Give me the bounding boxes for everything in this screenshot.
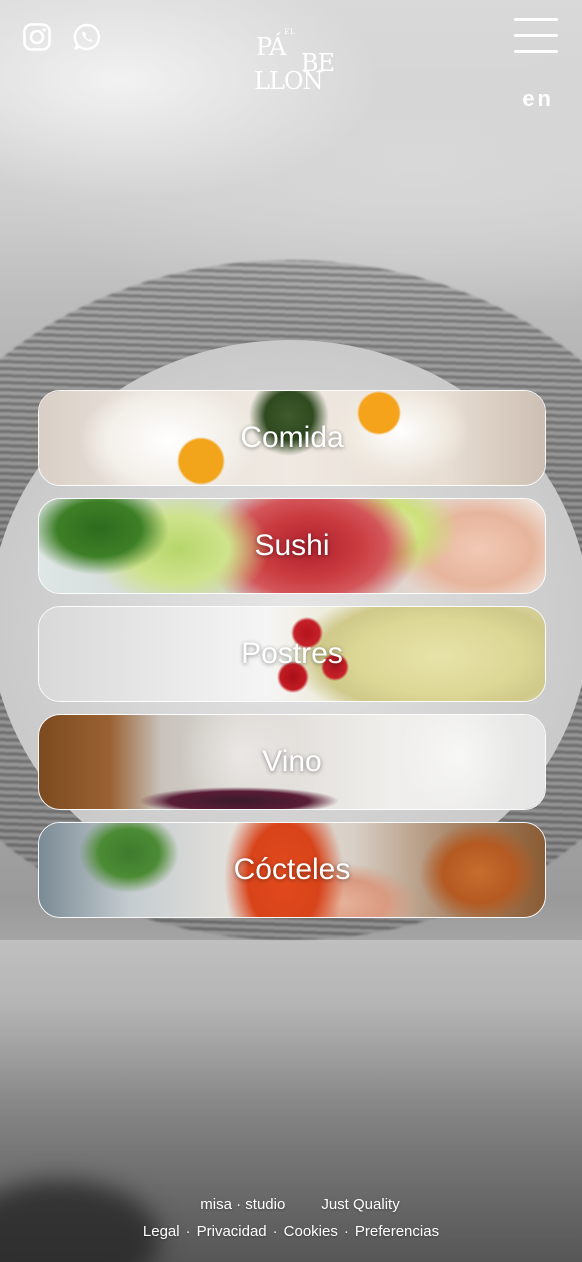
- logo-prefix: EL: [284, 28, 296, 36]
- legal-link[interactable]: Legal: [143, 1223, 180, 1240]
- footer-links: Legal · Privacidad · Cookies · Preferenc…: [0, 1223, 582, 1240]
- menu-bar: [514, 34, 558, 37]
- credit-misa-studio[interactable]: misa · studio: [200, 1196, 285, 1213]
- hamburger-icon[interactable]: [514, 18, 560, 56]
- category-sushi[interactable]: Sushi: [38, 498, 546, 594]
- language-switch[interactable]: en: [522, 86, 554, 112]
- category-cocteles[interactable]: Cócteles: [38, 822, 546, 918]
- footer-separator: ·: [343, 1223, 349, 1240]
- menu-bar: [514, 18, 558, 21]
- footer-credits: misa · studio Just Quality: [0, 1196, 582, 1213]
- category-label: Postres: [241, 637, 343, 670]
- social-links: [22, 22, 102, 52]
- credit-just-quality[interactable]: Just Quality: [321, 1196, 399, 1213]
- site-footer: misa · studio Just Quality Legal · Priva…: [0, 1196, 582, 1240]
- preferences-link[interactable]: Preferencias: [355, 1223, 439, 1240]
- category-label: Comida: [240, 421, 344, 454]
- site-header: EL PÁ BE LLON en: [0, 0, 582, 130]
- menu-categories: Comida Sushi Postres Vino Cócteles: [38, 390, 546, 930]
- brand-logo[interactable]: EL PÁ BE LLON: [240, 28, 340, 112]
- privacy-link[interactable]: Privacidad: [197, 1223, 267, 1240]
- instagram-icon[interactable]: [22, 22, 52, 52]
- menu-bar: [514, 50, 558, 53]
- category-label: Cócteles: [233, 853, 351, 886]
- category-label: Vino: [262, 745, 322, 778]
- category-vino[interactable]: Vino: [38, 714, 546, 810]
- footer-separator: ·: [185, 1223, 191, 1240]
- category-label: Sushi: [254, 529, 330, 562]
- category-comida[interactable]: Comida: [38, 390, 546, 486]
- cookies-link[interactable]: Cookies: [284, 1223, 338, 1240]
- category-postres[interactable]: Postres: [38, 606, 546, 702]
- whatsapp-icon[interactable]: [72, 22, 102, 52]
- footer-separator: ·: [272, 1223, 278, 1240]
